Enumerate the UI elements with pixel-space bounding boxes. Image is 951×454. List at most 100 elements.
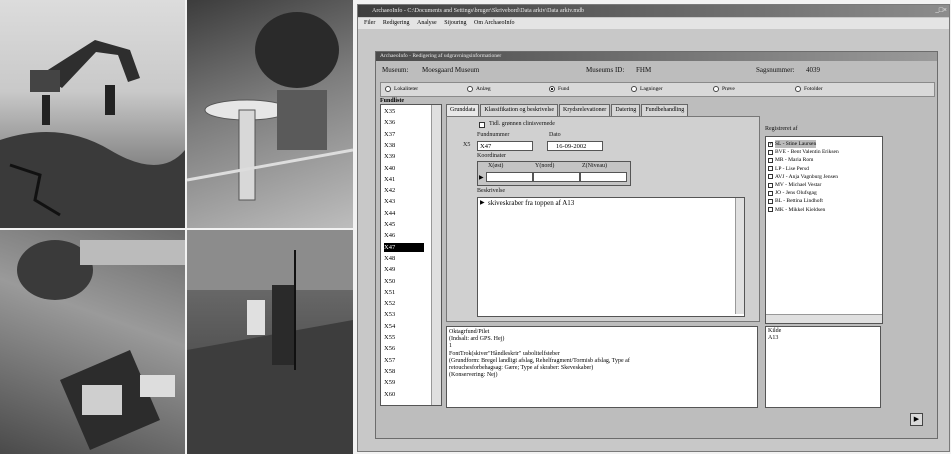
beskrivelse-textarea[interactable]: ▶ skiveskraber fra toppen af A13 — [477, 197, 745, 317]
x-label: X(øst) — [488, 163, 504, 169]
fund-list-item[interactable]: X46 — [384, 231, 424, 241]
radio-lagninger[interactable]: Lagninger — [631, 86, 663, 92]
fund-list-item[interactable]: X44 — [384, 209, 424, 219]
registreret-scrollbar[interactable] — [766, 314, 882, 323]
window-controls[interactable]: _□× — [935, 6, 947, 14]
record-type-group: Lokaliteter Anlæg Fund Lagninger Prøve F… — [380, 82, 935, 97]
radio-anlaeg[interactable]: Anlæg — [467, 86, 491, 92]
menu-analyse[interactable]: Analyse — [417, 20, 437, 26]
registreret-list[interactable]: ✓ SL - Stine Laursen BVE - Bent Valentin E… — [765, 136, 883, 324]
tab-krydsrelevationer[interactable]: Krydsrelevationer — [558, 104, 611, 116]
fund-list-item[interactable]: X52 — [384, 299, 424, 309]
checkbox-icon[interactable] — [768, 198, 773, 204]
menu-om[interactable]: Om ArchaeoInfo — [474, 20, 515, 26]
kilde-label: Kilde — [768, 328, 782, 334]
beskrivelse-scrollbar[interactable] — [735, 198, 744, 314]
checkbox-icon[interactable] — [768, 166, 773, 172]
z-input[interactable] — [580, 172, 627, 182]
registrant-item[interactable]: LP - Lise Persd — [768, 165, 809, 173]
fund-list-item[interactable]: X53 — [384, 310, 424, 320]
registrant-label: LP - Lise Persd — [775, 165, 809, 172]
registrant-label: BL - Bettina Lindhoft — [775, 198, 823, 205]
registrant-label: MV - Michael Vestar — [775, 182, 822, 188]
radio-icon — [385, 86, 391, 92]
registrant-item[interactable]: AVJ - Anja Vagnburg Jensen — [768, 173, 838, 181]
fund-list-item[interactable]: X36 — [384, 118, 424, 128]
sagsnummer-label: Sagsnummer: — [756, 66, 795, 74]
museum-value: Moesgaard Museum — [422, 66, 480, 74]
y-input[interactable] — [533, 172, 580, 182]
summary-lines: Oktagrfund/Pilet (Indsalt: ard GPS. Hej) 1… — [449, 329, 755, 379]
checkbox-icon[interactable] — [768, 174, 773, 180]
menu-filer[interactable]: Filer — [364, 20, 375, 26]
dato-input[interactable]: 16-09-2002 — [547, 141, 603, 151]
radio-selected-icon — [549, 86, 555, 92]
menu-redigering[interactable]: Redigering — [383, 20, 410, 26]
fund-list-item[interactable]: X59 — [384, 378, 424, 388]
checkbox-icon[interactable] — [768, 149, 773, 155]
koordinater-grid: X(øst) Y(nord) Z(Niveau) ▶ — [477, 161, 631, 186]
fund-list-item[interactable]: X39 — [384, 152, 424, 162]
registrant-label: BVE - Bent Valentin Eriksen — [775, 149, 839, 156]
x-input[interactable] — [486, 172, 533, 182]
fund-list-item[interactable]: X49 — [384, 265, 424, 275]
radio-fund[interactable]: Fund — [549, 86, 569, 92]
fund-list-item[interactable]: X54 — [384, 322, 424, 332]
registrant-item[interactable]: BVE - Bent Valentin Eriksen — [768, 148, 839, 156]
tab-fundbehandling[interactable]: Fundbehandling — [641, 104, 689, 116]
checkbox-icon[interactable] — [768, 207, 773, 213]
registrant-item[interactable]: JO - Jens Olufsgag — [768, 189, 817, 197]
checkbox-icon[interactable] — [768, 182, 773, 188]
form-title: ArchaeoInfo - Redigering af udgravningsi… — [376, 52, 937, 61]
beskrivelse-label: Beskrivelse — [477, 188, 505, 194]
tab-grunddata[interactable]: Grunddata — [446, 104, 480, 116]
registrant-item[interactable]: MR - Maria Rom — [768, 156, 813, 164]
checkbox-icon[interactable] — [768, 190, 773, 196]
registrant-item[interactable]: BL - Bettina Lindhoft — [768, 197, 823, 205]
radio-icon — [713, 86, 719, 92]
registrant-item[interactable]: MK - Mikkel Kieldsen — [768, 206, 825, 214]
fund-list-item[interactable]: X51 — [384, 288, 424, 298]
fund-list-item[interactable]: X43 — [384, 197, 424, 207]
menu-sijouring[interactable]: Sijouring — [444, 20, 466, 26]
fund-list[interactable]: X35 X36 X37 X38 X39 X40 X41 X42 X43 X44 X45 X46 X47 X… — [380, 104, 442, 406]
fund-list-item[interactable]: X58 — [384, 367, 424, 377]
z-label: Z(Niveau) — [582, 163, 607, 169]
tab-datering[interactable]: Datering — [611, 104, 641, 116]
field-computer-photo — [0, 230, 185, 454]
next-record-button[interactable]: ▶ — [910, 413, 923, 426]
sagsnummer-value: 4039 — [806, 66, 820, 74]
fund-list-item[interactable]: X47 — [384, 242, 424, 253]
tab-klassifikation[interactable]: Klassifikation og beskrivelse — [480, 104, 558, 116]
radio-proeve[interactable]: Prøve — [713, 86, 735, 92]
menu-bar: Filer Redigering Analyse Sijouring Om Ar… — [358, 18, 949, 29]
checkbox-icon[interactable] — [768, 157, 773, 163]
fund-list-item[interactable]: X38 — [384, 141, 424, 151]
tidl-checkbox[interactable] — [479, 122, 485, 128]
fund-list-scrollbar[interactable] — [431, 105, 441, 405]
registrant-label: AVJ - Anja Vagnburg Jensen — [775, 173, 838, 180]
fund-list-item[interactable]: X48 — [384, 254, 424, 264]
fund-list-item[interactable]: X56 — [384, 344, 424, 354]
radio-fotolder[interactable]: Fotolder — [795, 86, 823, 92]
museum-label: Museum: — [382, 66, 409, 74]
fund-list-item[interactable]: X41 — [384, 175, 424, 185]
fundnummer-input[interactable]: X47 — [477, 141, 533, 151]
checkbox-checked-icon[interactable]: ✓ — [768, 141, 773, 147]
fund-list-item[interactable]: X50 — [384, 277, 424, 287]
radio-lokaliteter[interactable]: Lokaliteter — [385, 86, 418, 92]
fund-list-item[interactable]: X57 — [384, 356, 424, 366]
fund-list-item[interactable]: X35 — [384, 107, 424, 117]
registrant-label: MR - Maria Rom — [775, 157, 814, 164]
fund-list-item[interactable]: X45 — [384, 220, 424, 230]
dato-label: Dato — [549, 132, 561, 138]
registrant-item[interactable]: ✓ SL - Stine Laursen — [768, 140, 817, 148]
fund-list-item[interactable]: X40 — [384, 164, 424, 174]
edit-form: ArchaeoInfo - Redigering af udgravningsi… — [375, 51, 938, 439]
fund-list-item[interactable]: X60 — [384, 390, 424, 400]
registrant-item[interactable]: MV - Michael Vestar — [768, 181, 821, 189]
fund-list-item[interactable]: X37 — [384, 130, 424, 140]
fund-list-item[interactable]: X55 — [384, 333, 424, 343]
excavation-photo — [0, 0, 185, 228]
fund-list-item[interactable]: X42 — [384, 186, 424, 196]
